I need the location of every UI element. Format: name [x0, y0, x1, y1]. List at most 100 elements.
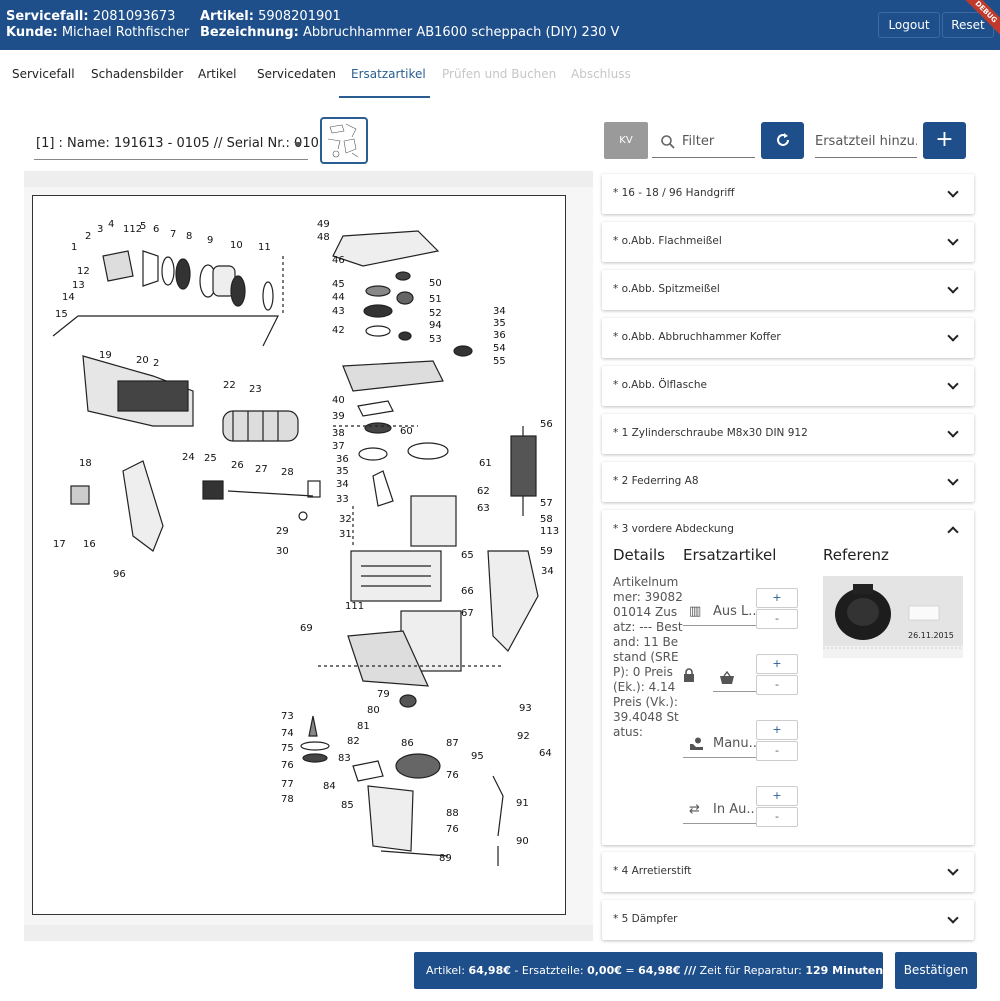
viewer-bottom-bar	[24, 925, 593, 941]
drawing-part-number: 52	[429, 308, 442, 319]
part-row[interactable]: * 2 Federring A8	[602, 462, 974, 502]
add-part-input[interactable]: Ersatzteil hinzu...	[815, 124, 917, 158]
drawing-part-number: 85	[341, 800, 354, 811]
app-header: Servicefall: 2081093673 Kunde: Michael R…	[0, 0, 1000, 50]
increment-button[interactable]: +	[756, 720, 798, 740]
filter-input[interactable]: Filter	[652, 124, 755, 158]
part-row[interactable]: * 1 Zylinderschraube M8x30 DIN 912	[602, 414, 974, 454]
increment-button[interactable]: +	[756, 786, 798, 806]
part-row[interactable]: * 16 - 18 / 96 Handgriff	[602, 174, 974, 214]
kv-button[interactable]: KV	[604, 122, 648, 159]
drawing-thumbnail[interactable]	[320, 117, 368, 164]
active-tab-indicator	[339, 96, 430, 98]
tab-ersatzartikel[interactable]: Ersatzartikel	[351, 67, 426, 81]
drawing-part-number: 65	[461, 550, 474, 561]
tab-pruefen-buchen: Prüfen und Buchen	[442, 67, 557, 81]
drawing-part-number: 84	[323, 781, 336, 792]
caret-down-icon	[294, 142, 302, 147]
drawing-part-number: 60	[400, 426, 413, 437]
drawing-part-number: 25	[204, 453, 217, 464]
drawing-part-number: 80	[367, 705, 380, 716]
drawing-part-number: 67	[461, 608, 474, 619]
decrement-button[interactable]: -	[756, 675, 798, 695]
increment-button[interactable]: +	[756, 588, 798, 608]
drawing-part-number: 55	[493, 356, 506, 367]
drawing-part-number: 66	[461, 586, 474, 597]
increment-button[interactable]: +	[756, 654, 798, 674]
artikel-value: 5908201901	[258, 9, 341, 24]
part-label: * 1 Zylinderschraube M8x30 DIN 912	[613, 427, 808, 439]
part-row[interactable]: * o.Abb. Abbruchhammer Koffer	[602, 318, 974, 358]
tab-schadensbilder[interactable]: Schadensbilder	[91, 67, 183, 81]
drawing-part-number: 19	[99, 350, 112, 361]
drawing-part-number: 1	[71, 242, 77, 253]
option-basket[interactable]	[713, 664, 757, 692]
reference-date: 26.11.2015	[908, 631, 954, 640]
chevron-up-icon[interactable]	[947, 526, 959, 538]
drawing-part-number: 59	[540, 546, 553, 557]
drawing-part-number: 30	[276, 546, 289, 557]
artikel-label: Artikel:	[200, 9, 254, 24]
drawing-select[interactable]: [1] : Name: 191613 - 0105 // Serial Nr.:…	[34, 128, 340, 160]
details-heading: Details	[613, 546, 666, 564]
chevron-down-icon	[947, 330, 959, 342]
drawing-part-number: 113	[540, 526, 559, 537]
option-aus-lager[interactable]: ▥ Aus L...	[683, 598, 757, 626]
drawing-part-number: 96	[113, 569, 126, 580]
drawing-part-number: 7	[170, 229, 176, 240]
option-label: Manu...	[713, 736, 757, 751]
add-part-button[interactable]: +	[923, 122, 966, 159]
tab-artikel[interactable]: Artikel	[198, 67, 236, 81]
search-icon	[661, 135, 675, 149]
part-row[interactable]: * o.Abb. Flachmeißel	[602, 222, 974, 262]
option-manuell[interactable]: Manu...	[683, 730, 757, 758]
drawing-part-number: 76	[446, 824, 459, 835]
decrement-button[interactable]: -	[756, 807, 798, 827]
drawing-part-number: 93	[519, 703, 532, 714]
drawing-part-number: 82	[347, 736, 360, 747]
option-in-auftrag[interactable]: ⇄ In Au...	[683, 796, 757, 824]
drawing-part-number: 75	[281, 743, 294, 754]
referenz-heading: Referenz	[823, 546, 889, 564]
kunde-value: Michael Rothfischer	[61, 25, 190, 40]
drawing-part-number: 29	[276, 526, 289, 537]
drawing-part-number: 88	[446, 808, 459, 819]
part-row[interactable]: * o.Abb. Spitzmeißel	[602, 270, 974, 310]
reference-photo-image: 26.11.2015	[823, 576, 963, 658]
exploded-drawing[interactable]: 1 2 3 4 112 5 6 7 8 9 10 11 12 13 14 15 19 20 2 22 23 18 24 25 2…	[32, 195, 566, 915]
viewer-top-bar	[24, 171, 593, 187]
drawing-part-number: 11	[258, 242, 271, 253]
basket-icon	[719, 670, 735, 685]
drawing-part-number: 90	[516, 836, 529, 847]
tab-servicefall[interactable]: Servicefall	[12, 67, 75, 81]
drawing-part-number: 95	[471, 751, 484, 762]
logout-button[interactable]: Logout	[878, 12, 940, 38]
reference-photo[interactable]: 26.11.2015	[823, 576, 963, 658]
drawing-part-number: 69	[300, 623, 313, 634]
part-label[interactable]: * 3 vordere Abdeckung	[613, 523, 734, 535]
part-row[interactable]: * 5 Dämpfer	[602, 900, 974, 940]
part-row[interactable]: * 4 Arretierstift	[602, 852, 974, 892]
chevron-down-icon	[947, 864, 959, 876]
drawing-part-number: 8	[186, 231, 192, 242]
drawing-part-number: 35	[336, 466, 349, 477]
drawing-part-number: 13	[72, 280, 85, 291]
part-row[interactable]: * o.Abb. Ölflasche	[602, 366, 974, 406]
option-label: Aus L...	[713, 604, 757, 619]
drawing-part-number: 14	[62, 292, 75, 303]
decrement-button[interactable]: -	[756, 609, 798, 629]
confirm-button[interactable]: Bestätigen	[895, 952, 977, 989]
drawing-part-number: 4	[108, 219, 114, 230]
details-text: Artikelnummer: 3908201014 Zusatz: --- Be…	[613, 575, 683, 739]
warehouse-icon: ▥	[689, 604, 702, 619]
decrement-button[interactable]: -	[756, 741, 798, 761]
drawing-part-number: 6	[153, 224, 159, 235]
refresh-button[interactable]	[761, 122, 804, 159]
drawing-part-number: 111	[345, 601, 364, 612]
tab-servicedaten[interactable]: Servicedaten	[257, 67, 336, 81]
drawing-part-number: 56	[540, 419, 553, 430]
drawing-part-number: 36	[493, 330, 506, 341]
part-label: * o.Abb. Abbruchhammer Koffer	[613, 331, 781, 343]
summary-total-value: 64,98€	[638, 964, 681, 977]
chevron-down-icon	[947, 186, 959, 198]
